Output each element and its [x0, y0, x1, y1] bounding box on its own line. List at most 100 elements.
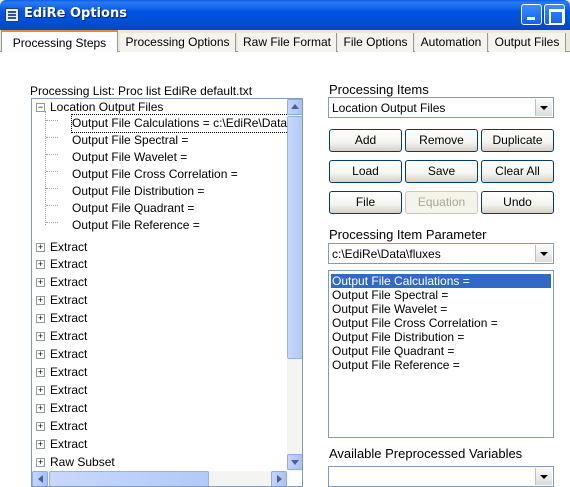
expand-icon[interactable]: +: [36, 458, 45, 467]
tree-node-extract[interactable]: + Extract: [32, 364, 287, 381]
tree-node-label: Extract: [50, 383, 88, 397]
tree-node-label: Raw Subset: [50, 455, 115, 469]
processing-items-label: Processing Items: [329, 82, 429, 97]
scroll-down-icon[interactable]: [287, 454, 302, 470]
tab-processing-steps[interactable]: Processing Steps: [1, 30, 118, 53]
expand-icon[interactable]: +: [36, 386, 45, 395]
tree-node-extract[interactable]: + Extract: [32, 418, 287, 435]
available-preprocessed-variables-dropdown[interactable]: [328, 466, 554, 487]
tree-node-label: Extract: [50, 293, 88, 307]
scroll-thumb-horizontal[interactable]: [49, 471, 209, 486]
expand-icon[interactable]: +: [36, 368, 45, 377]
processing-item-parameter-label: Processing Item Parameter: [329, 227, 487, 242]
tree-node-label: Extract: [50, 275, 88, 289]
processing-list-tree[interactable]: − Location Output Files Output File Calc…: [31, 98, 303, 487]
tree-node-extract[interactable]: + Extract: [32, 346, 287, 363]
expand-icon[interactable]: +: [36, 260, 45, 269]
expand-icon[interactable]: +: [36, 422, 45, 431]
tree-item-label: Output File Spectral =: [72, 133, 189, 147]
tree-item-label: Output File Calculations = c:\EdiRe\Data…: [70, 114, 292, 133]
tree-item[interactable]: Output File Reference =: [32, 217, 287, 234]
scroll-left-icon[interactable]: [32, 471, 48, 486]
expand-icon[interactable]: +: [36, 404, 45, 413]
tree-node-label: Extract: [50, 365, 88, 379]
tree-node-label: Extract: [50, 329, 88, 343]
tab-processing-options[interactable]: Processing Options: [120, 33, 236, 52]
tree-node-extract[interactable]: + Extract: [32, 382, 287, 399]
processing-item-parameter-field[interactable]: c:\EdiRe\Data\fluxes: [328, 243, 554, 264]
tree-item-label: Output File Quadrant =: [72, 201, 195, 215]
tree-group-location-output-files[interactable]: − Location Output Files: [32, 99, 287, 116]
tree-item[interactable]: Output File Wavelet =: [32, 149, 287, 166]
tree-item[interactable]: Output File Distribution =: [32, 183, 287, 200]
processing-list-label: Processing List: Proc list EdiRe default…: [30, 84, 253, 98]
processing-items-value: Location Output Files: [332, 101, 446, 115]
expand-icon[interactable]: +: [36, 314, 45, 323]
tree-node-label: Extract: [50, 257, 88, 271]
list-item[interactable]: Output File Cross Correlation =: [331, 316, 500, 330]
tree-node-extract[interactable]: + Extract: [32, 310, 287, 327]
load-button[interactable]: Load: [329, 160, 402, 183]
tree-node-extract[interactable]: + Extract: [32, 274, 287, 291]
app-icon: [5, 8, 19, 22]
tree-node-extract[interactable]: + Extract: [32, 400, 287, 417]
expand-icon[interactable]: +: [36, 440, 45, 449]
tree-node-label: Extract: [50, 311, 88, 325]
tab-file-options[interactable]: File Options: [338, 33, 414, 52]
window-title: EdiRe Options: [24, 6, 127, 21]
tree-item[interactable]: Output File Cross Correlation =: [32, 166, 287, 183]
chevron-down-icon[interactable]: [535, 99, 552, 116]
tree-item[interactable]: Output File Spectral =: [32, 132, 287, 149]
tab-raw-file-format[interactable]: Raw File Format: [238, 33, 337, 52]
list-item[interactable]: Output File Quadrant =: [331, 344, 456, 358]
file-button[interactable]: File: [329, 191, 402, 214]
clear-all-button[interactable]: Clear All: [481, 160, 554, 183]
tree-item-label: Output File Distribution =: [72, 184, 205, 198]
tree-item-label: Output File Reference =: [72, 218, 200, 232]
tab-automation[interactable]: Automation: [415, 33, 488, 52]
save-button[interactable]: Save: [405, 160, 478, 183]
tree-item[interactable]: Output File Calculations = c:\EdiRe\Data…: [32, 114, 292, 133]
remove-button[interactable]: Remove: [405, 129, 478, 152]
scroll-thumb[interactable]: [287, 116, 302, 359]
tree-node-extract[interactable]: + Extract: [32, 239, 287, 256]
chevron-down-icon[interactable]: [535, 468, 552, 485]
tree-node-label: Extract: [50, 419, 88, 433]
tree-node-extract[interactable]: + Extract: [32, 328, 287, 345]
processing-items-dropdown[interactable]: Location Output Files: [328, 97, 554, 118]
expand-icon[interactable]: +: [36, 296, 45, 305]
tree-node-label: Extract: [50, 401, 88, 415]
tab-strip: Processing Steps Processing Options Raw …: [0, 30, 570, 53]
tree-node-extract[interactable]: + Extract: [32, 292, 287, 309]
list-item[interactable]: Output File Wavelet =: [331, 302, 449, 316]
list-item[interactable]: Output File Reference =: [331, 358, 462, 372]
scroll-right-icon[interactable]: [271, 471, 287, 486]
maximize-button[interactable]: [544, 4, 565, 25]
tree-node-extract[interactable]: + Extract: [32, 436, 287, 453]
tree-item-label: Output File Cross Correlation =: [72, 167, 238, 181]
list-item[interactable]: Output File Spectral =: [331, 288, 450, 302]
duplicate-button[interactable]: Duplicate: [481, 129, 554, 152]
tree-node-raw-subset[interactable]: + Raw Subset: [32, 454, 287, 471]
minimize-button[interactable]: [521, 4, 542, 25]
expand-icon[interactable]: +: [36, 332, 45, 341]
chevron-down-icon[interactable]: [535, 245, 552, 262]
collapse-icon[interactable]: −: [36, 103, 45, 112]
expand-icon[interactable]: +: [36, 350, 45, 359]
tree-node-extract[interactable]: + Extract: [32, 256, 287, 273]
undo-button[interactable]: Undo: [481, 191, 554, 214]
title-bar[interactable]: EdiRe Options: [0, 0, 570, 30]
parameter-listbox[interactable]: Output File Calculations = Output File S…: [328, 270, 554, 438]
list-item[interactable]: Output File Distribution =: [331, 330, 466, 344]
list-item[interactable]: Output File Calculations =: [331, 274, 551, 288]
tab-output-files[interactable]: Output Files: [489, 33, 566, 52]
add-button[interactable]: Add: [329, 129, 402, 152]
scroll-up-icon[interactable]: [287, 99, 302, 115]
tree-node-label: Extract: [50, 437, 88, 451]
expand-icon[interactable]: +: [36, 243, 45, 252]
tree-item-label: Output File Wavelet =: [72, 150, 188, 164]
tree-item[interactable]: Output File Quadrant =: [32, 200, 287, 217]
expand-icon[interactable]: +: [36, 278, 45, 287]
tree-horizontal-scrollbar[interactable]: [32, 471, 287, 486]
tree-vertical-scrollbar[interactable]: [287, 99, 302, 471]
